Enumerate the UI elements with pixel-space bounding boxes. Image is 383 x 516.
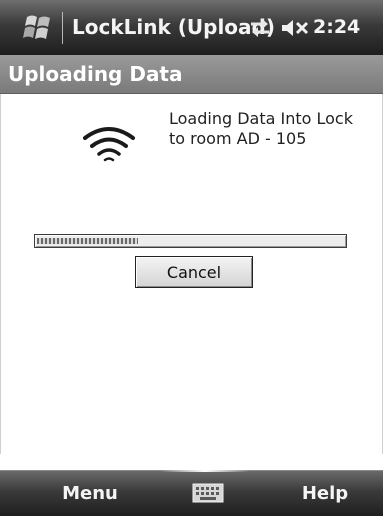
title-divider [62, 12, 63, 44]
status-message: Loading Data Into Lock to room AD - 105 [169, 109, 369, 149]
windows-flag-icon[interactable] [22, 12, 56, 44]
progress-fill [37, 238, 138, 244]
softkey-highlight [160, 470, 250, 472]
page-header: Uploading Data [0, 55, 383, 94]
help-softkey[interactable]: Help [275, 471, 375, 516]
status-line-1: Loading Data Into Lock [169, 109, 353, 128]
main-content: Loading Data Into Lock to room AD - 105 … [0, 94, 383, 454]
upload-progress-bar [34, 234, 347, 248]
speaker-muted-icon[interactable] [280, 17, 310, 39]
menu-softkey[interactable]: Menu [40, 471, 140, 516]
status-line-2: to room AD - 105 [169, 129, 307, 148]
connectivity-arrows-icon[interactable] [247, 15, 273, 41]
page-title: Uploading Data [8, 62, 183, 86]
app-title: LockLink (Upload) [72, 15, 275, 39]
device-screen: LockLink (Upload) 2:24 Uploading Data Lo… [0, 0, 383, 516]
keyboard-icon[interactable] [192, 483, 224, 503]
wireless-signal-icon [81, 122, 137, 164]
cancel-button[interactable]: Cancel [135, 256, 253, 288]
clock[interactable]: 2:24 [313, 13, 360, 41]
title-bar: LockLink (Upload) 2:24 [0, 0, 383, 55]
softkey-bar: Menu Help [0, 470, 383, 516]
